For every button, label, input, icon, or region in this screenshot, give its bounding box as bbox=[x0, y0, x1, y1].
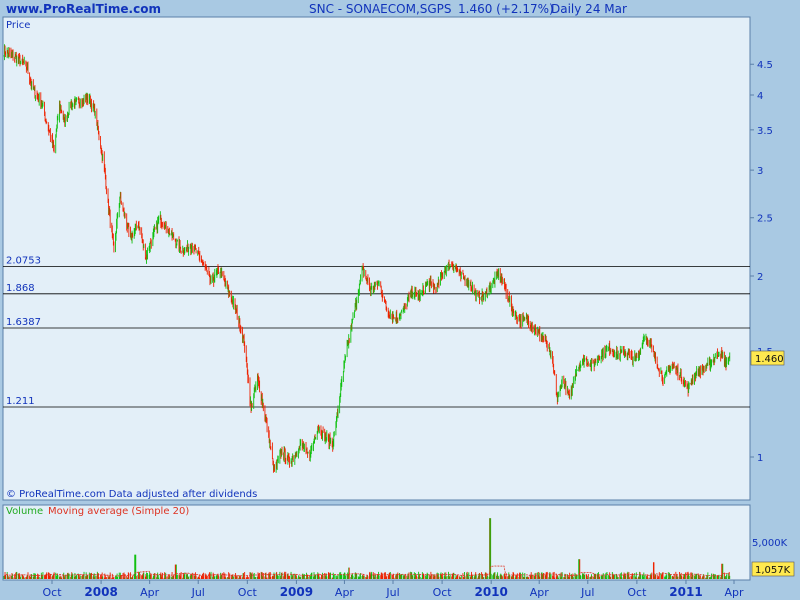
chart-title: SNC - SONAECOM,SGPS bbox=[309, 2, 452, 16]
x-tick-label: Oct bbox=[433, 586, 453, 599]
x-tick-label: Jul bbox=[385, 586, 399, 599]
x-tick-label: Jul bbox=[580, 586, 594, 599]
volume-y-tick: 5,000K bbox=[752, 538, 788, 549]
price-panel bbox=[2, 16, 751, 501]
last-volume-value: 1,057K bbox=[755, 565, 791, 576]
level-line-label: 2.0753 bbox=[6, 255, 41, 266]
level-line-label: 1.868 bbox=[6, 283, 35, 294]
x-tick-label: 2010 bbox=[474, 585, 507, 599]
stock-chart: 11.522.533.544.5 2.07531.8681.63871.211 … bbox=[2, 16, 795, 599]
x-tick-label: Jul bbox=[191, 586, 205, 599]
x-tick-label: Oct bbox=[42, 586, 62, 599]
price-y-axis: 11.522.533.544.5 bbox=[750, 60, 773, 464]
last-volume-tag: 1,057K bbox=[751, 561, 795, 577]
volume-label: Volume bbox=[6, 506, 43, 517]
level-line-label: 1.211 bbox=[6, 396, 35, 407]
x-tick-label: Apr bbox=[335, 586, 355, 599]
x-tick-label: Apr bbox=[724, 586, 744, 599]
period-date: Daily 24 Mar bbox=[551, 2, 627, 16]
volume-ma-label: Moving average (Simple 20) bbox=[48, 506, 189, 517]
quote-change: 1.460 (+2.17%) bbox=[458, 2, 554, 16]
price-y-tick-label: 3.5 bbox=[757, 126, 773, 137]
last-price-value: 1.460 bbox=[755, 354, 784, 365]
price-y-tick-label: 3 bbox=[757, 166, 763, 177]
x-tick-label: 2011 bbox=[669, 585, 702, 599]
price-panel-label: Price bbox=[6, 20, 30, 31]
x-tick-label: Oct bbox=[238, 586, 258, 599]
price-y-tick-label: 1 bbox=[757, 453, 763, 464]
price-y-tick-label: 4 bbox=[757, 91, 763, 102]
x-tick-label: 2008 bbox=[84, 585, 117, 599]
x-tick-label: Apr bbox=[140, 586, 160, 599]
level-line-label: 1.6387 bbox=[6, 317, 41, 328]
date-x-axis: Oct 2008 Apr Jul Oct 2009 Apr Jul Oct 2010 Apr Jul O… bbox=[42, 580, 744, 599]
site-link[interactable]: www.ProRealTime.com bbox=[6, 2, 161, 16]
x-tick-label: Oct bbox=[627, 586, 647, 599]
price-y-tick-label: 4.5 bbox=[757, 60, 773, 71]
x-tick-label: 2009 bbox=[280, 585, 313, 599]
last-price-tag: 1.460 bbox=[750, 350, 785, 366]
site-link-text: www.ProRealTime.com bbox=[6, 2, 161, 16]
price-y-tick-label: 2 bbox=[757, 272, 763, 283]
data-credit: © ProRealTime.com Data adjusted after di… bbox=[6, 489, 257, 500]
price-y-tick-label: 2.5 bbox=[757, 214, 773, 225]
x-tick-label: Apr bbox=[530, 586, 550, 599]
